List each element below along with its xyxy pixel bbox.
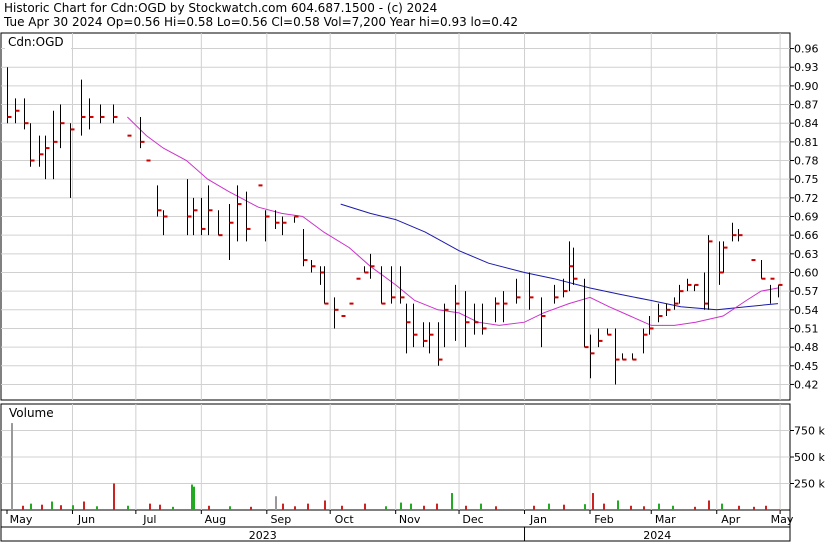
- volume-tick-label: 250 k: [794, 478, 825, 491]
- price-tick-label: 0.63: [794, 248, 819, 261]
- price-tick-label: 0.57: [794, 285, 819, 298]
- volume-bar: [307, 503, 309, 510]
- month-label: Jan: [529, 513, 547, 526]
- volume-bar: [753, 506, 755, 510]
- volume-bar: [208, 505, 210, 510]
- year-label-2023: 2023: [249, 529, 277, 542]
- volume-bar: [400, 502, 402, 510]
- price-tick-label: 0.69: [794, 211, 819, 224]
- volume-bar: [172, 506, 174, 510]
- volume-bar: [127, 505, 129, 510]
- year-label-2024: 2024: [643, 529, 671, 542]
- volume-bar: [60, 505, 62, 510]
- volume-bar: [451, 493, 453, 510]
- chart-title: Historic Chart for Cdn:OGD by Stockwatch…: [4, 1, 438, 15]
- volume-bar: [658, 503, 660, 510]
- price-tick-label: 0.45: [794, 360, 819, 373]
- volume-tick-label: 500 k: [794, 451, 825, 464]
- month-label: Nov: [399, 513, 421, 526]
- volume-bar: [193, 486, 195, 510]
- volume-bar: [191, 484, 193, 510]
- volume-bar: [51, 501, 53, 510]
- price-tick-label: 0.48: [794, 341, 819, 354]
- price-tick-label: 0.90: [794, 80, 819, 93]
- volume-bar: [96, 506, 98, 510]
- month-label: Jul: [142, 513, 156, 526]
- volume-bar: [41, 504, 43, 510]
- price-tick-label: 0.60: [794, 266, 819, 279]
- volume-bar: [385, 506, 387, 510]
- volume-bar: [738, 505, 740, 510]
- volume-bar: [72, 505, 74, 510]
- volume-bar: [465, 505, 467, 510]
- volume-bar: [694, 506, 696, 510]
- price-tick-label: 0.51: [794, 322, 819, 335]
- volume-bar: [778, 509, 780, 511]
- volume-bar: [643, 506, 645, 510]
- volume-bar: [11, 423, 13, 510]
- volume-bar: [617, 500, 619, 510]
- price-tick-label: 0.93: [794, 61, 819, 74]
- volume-bar: [480, 503, 482, 510]
- volume-bar: [708, 500, 710, 510]
- volume-bar: [30, 503, 32, 510]
- volume-bar: [533, 505, 535, 510]
- volume-bar: [721, 503, 723, 510]
- price-tick-label: 0.81: [794, 136, 819, 149]
- volume-bar: [630, 505, 632, 510]
- price-tick-label: 0.42: [794, 378, 819, 391]
- volume-bar: [22, 505, 24, 510]
- month-label: May: [771, 513, 794, 526]
- price-tick-label: 0.54: [794, 304, 819, 317]
- price-tick-label: 0.72: [794, 192, 819, 205]
- volume-bar: [548, 503, 550, 510]
- chart-stage: 0.42 0.45 0.48 0.51 0.54 0.57 0.60 0.63 0.66 0.69…: [0, 0, 830, 543]
- volume-bar: [765, 505, 767, 510]
- month-label: Aug: [205, 513, 226, 526]
- price-tick-label: 0.66: [794, 229, 819, 242]
- month-label: Sep: [270, 513, 291, 526]
- volume-bar: [603, 503, 605, 510]
- volume-bar: [324, 500, 326, 510]
- volume-bar: [83, 501, 85, 510]
- volume-bar: [159, 504, 161, 510]
- volume-bar: [410, 503, 412, 510]
- volume-bar: [341, 505, 343, 510]
- volume-tick-label: 750 k: [794, 425, 825, 438]
- price-tick-label: 0.87: [794, 99, 819, 112]
- volume-bar: [423, 505, 425, 510]
- month-label: Dec: [462, 513, 483, 526]
- volume-bar: [563, 504, 565, 510]
- chart-stats: Tue Apr 30 2024 Op=0.56 Hi=0.58 Lo=0.56 …: [4, 15, 518, 29]
- month-label: Jun: [77, 513, 95, 526]
- volume-bar: [584, 504, 586, 510]
- volume-bar: [364, 503, 366, 510]
- volume-bar: [149, 503, 151, 510]
- volume-panel-label: Volume: [9, 406, 54, 420]
- symbol-label: Cdn:OGD: [8, 35, 64, 49]
- volume-bar: [250, 506, 252, 510]
- volume-bar: [672, 505, 674, 510]
- month-label: Feb: [594, 513, 613, 526]
- month-label: Mar: [655, 513, 676, 526]
- price-tick-label: 0.84: [794, 117, 819, 130]
- month-label: May: [10, 513, 33, 526]
- volume-bar: [113, 483, 115, 510]
- volume-bar: [275, 496, 277, 510]
- price-tick-label: 0.96: [794, 43, 819, 56]
- month-label: Apr: [721, 513, 741, 526]
- stock-chart: 0.42 0.45 0.48 0.51 0.54 0.57 0.60 0.63 0.66 0.69…: [0, 32, 825, 542]
- volume-bar: [229, 506, 231, 510]
- month-label: Oct: [335, 513, 355, 526]
- volume-bar: [592, 493, 594, 510]
- volume-bar: [294, 506, 296, 510]
- price-tick-label: 0.78: [794, 155, 819, 168]
- volume-bar: [495, 506, 497, 510]
- volume-bar: [282, 503, 284, 510]
- volume-bar: [436, 503, 438, 510]
- price-tick-label: 0.75: [794, 173, 819, 186]
